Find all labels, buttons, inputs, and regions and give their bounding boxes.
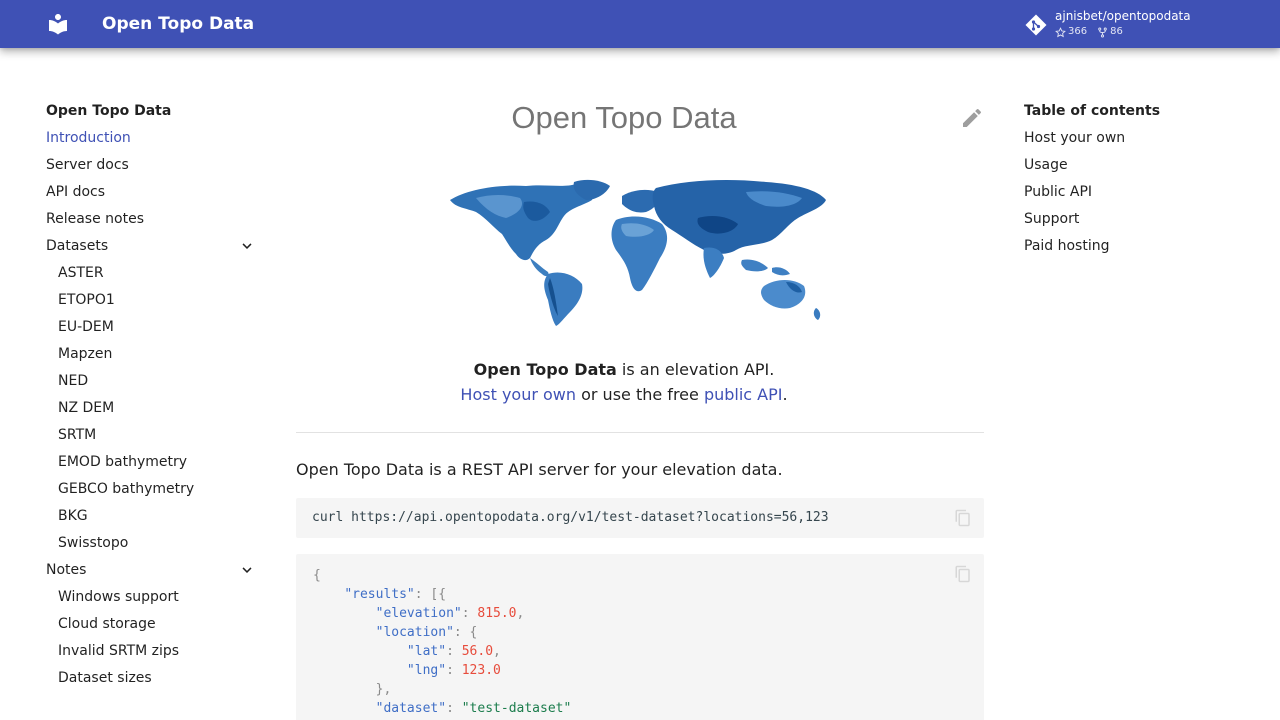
host-your-own-link[interactable]: Host your own: [460, 385, 576, 404]
top-header: Open Topo Data ajnisbet/opentopodata 366…: [0, 0, 1280, 48]
tagline: Open Topo Data is an elevation API. Host…: [296, 357, 952, 407]
nav-title: Open Topo Data: [46, 103, 172, 119]
copy-icon[interactable]: [954, 509, 972, 527]
star-icon: [1055, 26, 1066, 37]
json-response-block[interactable]: { "results": [{ "elevation": 815.0, "loc…: [296, 554, 984, 720]
git-icon: [1025, 14, 1047, 36]
repo-stars: 366: [1055, 26, 1087, 38]
tagline-bold: Open Topo Data: [473, 360, 617, 379]
star-count: 366: [1068, 26, 1088, 37]
site-title: Open Topo Data: [102, 14, 255, 34]
fork-icon: [1098, 27, 1107, 37]
public-api-link[interactable]: public API: [704, 385, 783, 404]
book-logo-icon[interactable]: [46, 12, 70, 36]
json-response: { "results": [{ "elevation": 815.0, "loc…: [313, 568, 572, 716]
toc-item-host-your-own[interactable]: Host your own: [1024, 127, 1244, 154]
nav-item-ned[interactable]: NED: [46, 370, 256, 397]
toc-item-support[interactable]: Support: [1024, 208, 1244, 235]
nav-item-srtm[interactable]: SRTM: [46, 424, 256, 451]
nav-item-invalid-srtm-zips[interactable]: Invalid SRTM zips: [46, 640, 256, 667]
toc-title: Table of contents: [1024, 103, 1161, 119]
nav-section-label: Notes: [46, 562, 87, 578]
nav-item-swisstopo[interactable]: Swisstopo: [46, 532, 256, 559]
nav-item-windows-support[interactable]: Windows support: [46, 586, 256, 613]
page-title: Open Topo Data: [511, 100, 737, 135]
table-of-contents: Table of contents Host your own Usage Pu…: [1024, 100, 1244, 262]
nav-item-aster[interactable]: ASTER: [46, 262, 256, 289]
nav-item-server-docs[interactable]: Server docs: [46, 154, 256, 181]
toc-item-usage[interactable]: Usage: [1024, 154, 1244, 181]
nav-item-cloud-storage[interactable]: Cloud storage: [46, 613, 256, 640]
tagline-rest: is an elevation API.: [616, 360, 775, 379]
fork-count: 86: [1110, 26, 1123, 37]
nav-item-api-docs[interactable]: API docs: [46, 181, 256, 208]
primary-nav: Open Topo Data Introduction Server docs …: [46, 100, 256, 694]
nav-section-notes[interactable]: Notes: [46, 559, 256, 586]
nav-item-eu-dem[interactable]: EU-DEM: [46, 316, 256, 343]
nav-item-gebco-bathymetry[interactable]: GEBCO bathymetry: [46, 478, 256, 505]
pencil-edit-icon[interactable]: [960, 106, 984, 130]
nav-item-introduction[interactable]: Introduction: [46, 127, 256, 154]
nav-item-dataset-sizes[interactable]: Dataset sizes: [46, 667, 256, 694]
nav-section-label: Datasets: [46, 238, 109, 254]
copy-icon[interactable]: [954, 565, 972, 583]
nav-item-mapzen[interactable]: Mapzen: [46, 343, 256, 370]
nav-item-emod-bathymetry[interactable]: EMOD bathymetry: [46, 451, 256, 478]
nav-item-etopo1[interactable]: ETOPO1: [46, 289, 256, 316]
repo-name: ajnisbet/opentopodata: [1055, 9, 1191, 23]
world-elevation-map: [450, 179, 826, 326]
curl-command: curl https://api.opentopodata.org/v1/tes…: [312, 510, 829, 525]
nav-item-release-notes[interactable]: Release notes: [46, 208, 256, 235]
toc-item-public-api[interactable]: Public API: [1024, 181, 1244, 208]
repo-forks: 86: [1097, 26, 1123, 38]
curl-code-block[interactable]: curl https://api.opentopodata.org/v1/tes…: [296, 498, 984, 538]
nav-section-datasets[interactable]: Datasets: [46, 235, 256, 262]
nav-item-nz-dem[interactable]: NZ DEM: [46, 397, 256, 424]
or-text: or use the free: [576, 385, 704, 404]
intro-paragraph: Open Topo Data is a REST API server for …: [296, 460, 783, 479]
period-text: .: [782, 385, 788, 404]
section-divider: [296, 432, 984, 433]
chevron-down-icon: [242, 567, 252, 573]
chevron-down-icon: [242, 243, 252, 249]
repo-facts: 366 86: [1055, 26, 1123, 38]
toc-item-paid-hosting[interactable]: Paid hosting: [1024, 235, 1244, 262]
nav-item-bkg[interactable]: BKG: [46, 505, 256, 532]
